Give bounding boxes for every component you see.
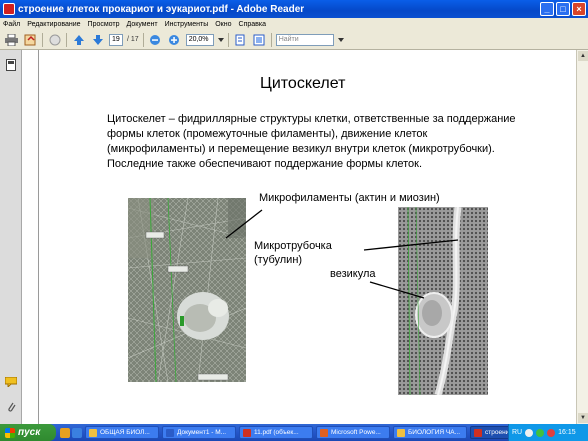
search-dropdown-icon[interactable] [337, 33, 344, 47]
menu-edit[interactable]: Редактирование [27, 21, 80, 28]
task-label: 11.pdf (объек... [254, 429, 299, 436]
windows-flag-icon [5, 427, 15, 438]
menu-bar: Файл Редактирование Просмотр Документ Ин… [0, 18, 588, 30]
menu-tools[interactable]: Инструменты [165, 21, 209, 28]
fit-page-icon[interactable] [252, 33, 267, 47]
task-app-icon [474, 428, 482, 437]
attachments-icon[interactable] [4, 400, 18, 414]
microtubule-vesicle-micrograph [398, 207, 488, 395]
maximize-button[interactable]: □ [556, 2, 570, 16]
save-pdf-icon[interactable] [23, 33, 38, 47]
menu-help[interactable]: Справка [239, 21, 266, 28]
task-app-icon [89, 428, 97, 437]
zoom-dropdown-icon[interactable] [217, 33, 224, 47]
cytoskeleton-micrograph [128, 198, 246, 382]
toolbar-separator [142, 32, 144, 47]
tray-icon[interactable] [536, 428, 545, 437]
task-list: ОБЩАЯ БИОЛ... Документ1 - M... 11.pdf (объ… [82, 426, 536, 439]
task-label: БИОЛОГИЯ ЧА... [408, 429, 461, 436]
quicklaunch-icon[interactable] [60, 427, 70, 438]
toolbar: 19 / 17 20,0% Найти [0, 30, 588, 50]
task-app-icon [397, 428, 405, 437]
zoom-in-icon[interactable] [167, 33, 182, 47]
slide-body-text: Цитоскелет – фидриллярные структуры клет… [107, 113, 516, 170]
hand-tool-icon[interactable] [47, 33, 62, 47]
language-indicator[interactable]: RU [512, 429, 522, 436]
previous-page-icon[interactable] [71, 33, 86, 47]
tray-icon[interactable] [547, 428, 556, 437]
start-button[interactable]: пуск [0, 424, 56, 441]
print-icon[interactable] [4, 33, 19, 47]
next-page-icon[interactable] [90, 33, 105, 47]
pages-icon[interactable] [4, 58, 18, 72]
minimize-button[interactable]: _ [540, 2, 554, 16]
task-app-icon [320, 428, 328, 437]
task-label: ОБЩАЯ БИОЛ... [100, 429, 150, 436]
zoom-out-icon[interactable] [148, 33, 163, 47]
close-button[interactable]: × [572, 2, 586, 16]
tray-icon[interactable] [525, 428, 534, 437]
scroll-up-arrow[interactable]: ▲ [578, 51, 588, 61]
toolbar-separator [66, 32, 67, 47]
clock: 16:15 [558, 429, 576, 436]
vertical-scrollbar[interactable]: ▲ ▼ [576, 50, 588, 424]
zoom-level-field[interactable]: 20,0% [185, 33, 214, 46]
adobe-reader-icon [3, 3, 15, 15]
taskbar-task[interactable]: ОБЩАЯ БИОЛ... [85, 426, 159, 439]
page-edge [38, 50, 39, 424]
taskbar-task[interactable]: Microsoft Powe... [316, 426, 390, 439]
menu-view[interactable]: Просмотр [88, 21, 120, 28]
scroll-down-arrow[interactable]: ▼ [578, 413, 588, 423]
toolbar-separator [227, 32, 229, 47]
label-microfilaments: Микрофиламенты (актин и миозин) [259, 192, 440, 204]
system-tray: RU 16:15 [508, 424, 588, 441]
page-number-input[interactable]: 19 [109, 33, 123, 46]
single-page-icon[interactable] [233, 33, 248, 47]
slide-title: Цитоскелет [260, 75, 346, 92]
menu-document[interactable]: Документ [127, 21, 158, 28]
search-input[interactable]: Найти [275, 33, 334, 46]
document-area[interactable] [22, 50, 576, 424]
task-app-icon [166, 428, 174, 437]
label-microtubule: Микротрубочка [254, 240, 332, 252]
task-label: Документ1 - M... [177, 429, 227, 436]
label-tubulin: (тубулин) [254, 254, 303, 266]
navigation-pane [0, 50, 22, 424]
toolbar-separator [42, 32, 43, 47]
page-total: / 17 [127, 36, 139, 43]
taskbar: пуск ОБЩАЯ БИОЛ... Документ1 - M... 11.pdf… [0, 424, 588, 441]
taskbar-task[interactable]: Документ1 - M... [162, 426, 236, 439]
comments-icon[interactable] [4, 375, 18, 389]
menu-file[interactable]: Файл [3, 21, 20, 28]
quick-launch [60, 427, 82, 438]
toolbar-separator [270, 32, 272, 47]
start-label: пуск [18, 427, 41, 438]
menu-window[interactable]: Окно [215, 21, 231, 28]
task-app-icon [243, 428, 251, 437]
task-label: Microsoft Powe... [331, 429, 381, 436]
window-title: строение клеток прокариот и эукариот.pdf… [18, 3, 305, 15]
title-bar: строение клеток прокариот и эукариот.pdf… [0, 0, 588, 18]
label-vesicle: везикула [330, 268, 376, 280]
taskbar-task[interactable]: 11.pdf (объек... [239, 426, 313, 439]
quicklaunch-icon[interactable] [72, 427, 82, 438]
taskbar-task[interactable]: БИОЛОГИЯ ЧА... [393, 426, 467, 439]
